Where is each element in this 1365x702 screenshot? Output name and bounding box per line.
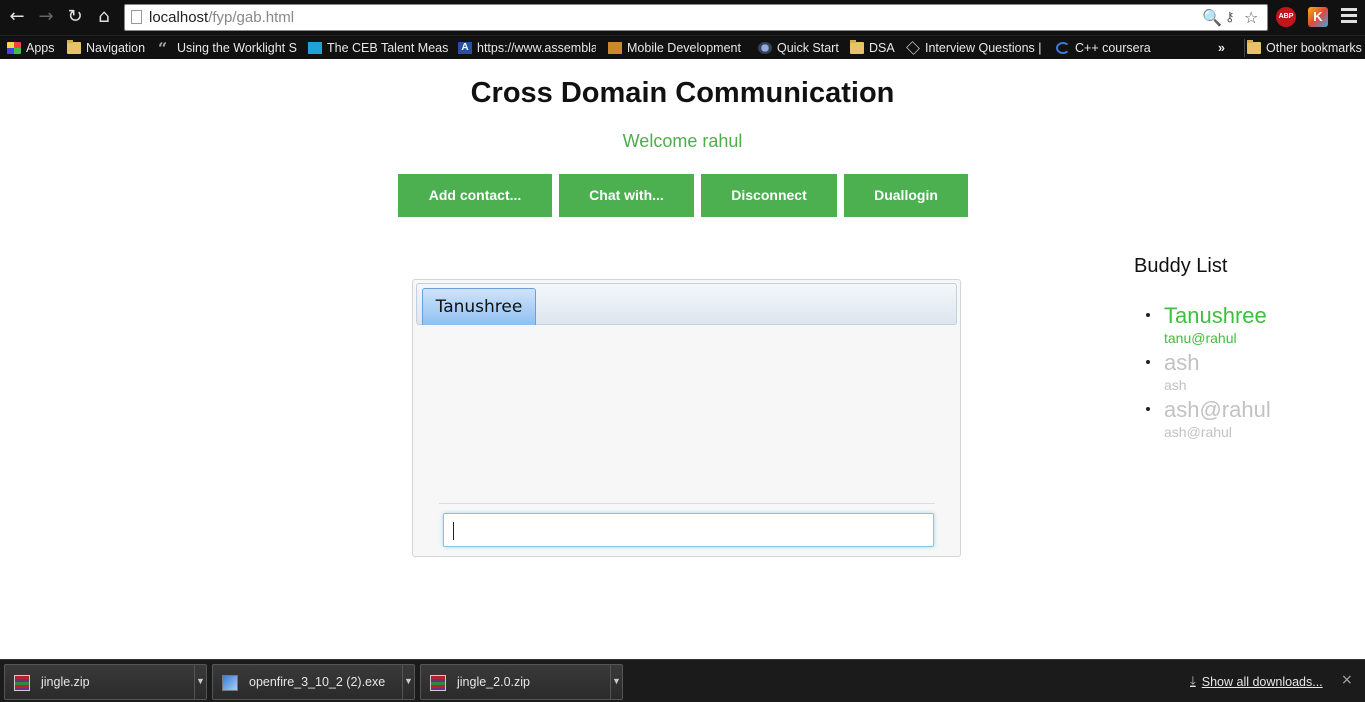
archive-icon (430, 675, 446, 691)
bookmark-label: Navigation (86, 41, 146, 55)
bookmark-ceb[interactable]: The CEB Talent Measu (308, 39, 448, 57)
download-shelf: jingle.zip ▼ openfire_3_10_2 (2).exe ▼ j… (0, 659, 1365, 702)
chat-tab-bar: Tanushree (416, 283, 957, 325)
abp-icon[interactable]: ABP (1276, 7, 1296, 27)
buddy-name[interactable]: Tanushree (1164, 303, 1267, 329)
chat-with-button[interactable]: Chat with... (559, 174, 694, 217)
quick-start-icon (758, 42, 772, 54)
bookmark-interview[interactable]: Interview Questions | (906, 39, 1042, 57)
download-item[interactable]: jingle_2.0.zip ▼ (420, 664, 623, 700)
bullet (1146, 360, 1150, 364)
buddy-jid: tanu@rahul (1164, 330, 1237, 346)
k-icon[interactable]: K (1308, 7, 1328, 27)
star-icon[interactable]: ☆ (1244, 8, 1258, 27)
bookmark-label: Apps (26, 41, 55, 55)
bookmark-label: https://www.assembla (477, 41, 596, 55)
page-icon (131, 10, 142, 24)
folder-icon (1247, 40, 1261, 54)
close-icon[interactable]: × (1341, 672, 1353, 688)
chevron-down-icon[interactable]: ▼ (402, 665, 414, 699)
bookmarks-overflow-button[interactable]: » (1218, 39, 1225, 57)
bookmark-cpp-coursera[interactable]: C++ coursera (1056, 39, 1151, 57)
bookmark-dsa[interactable]: DSA (850, 39, 895, 57)
buddy-name[interactable]: ash@rahul (1164, 397, 1271, 423)
welcome-message: Welcome rahul (622, 131, 743, 151)
arrow-right-icon[interactable]: → (36, 7, 56, 27)
installer-icon (222, 675, 238, 691)
chat-panel: Tanushree (412, 279, 961, 557)
hamburger-icon[interactable] (1341, 8, 1357, 26)
download-item[interactable]: openfire_3_10_2 (2).exe ▼ (212, 664, 415, 700)
bookmark-label: Interview Questions | (925, 41, 1042, 55)
bookmark-label: Quick Start (777, 41, 839, 55)
apps-icon (7, 42, 21, 54)
show-all-downloads-link[interactable]: ⤓ Show all downloads... (1190, 674, 1323, 689)
duallogin-button[interactable]: Duallogin (844, 174, 968, 217)
show-all-label: Show all downloads... (1201, 674, 1323, 689)
bookmark-worklight[interactable]: “ Using the Worklight S (158, 39, 298, 57)
bookmark-navigation[interactable]: Navigation (67, 39, 145, 57)
bookmark-label: Using the Worklight S (177, 41, 297, 55)
chat-tab-tanushree[interactable]: Tanushree (422, 288, 536, 325)
chat-message-input[interactable] (443, 513, 934, 547)
browser-toolbar: ← → ↻ ⌂ localhost/fyp/gab.html 🔍 ⚷ ☆ ABP… (0, 0, 1365, 35)
bookmark-mobile-development[interactable]: Mobile Development (608, 39, 748, 57)
bookmark-other[interactable]: Other bookmarks (1244, 39, 1362, 57)
bookmark-apps[interactable]: Apps (7, 39, 55, 57)
buddy-jid: ash@rahul (1164, 424, 1232, 440)
quote-icon: “ (158, 39, 168, 57)
bookmark-quick-start[interactable]: Quick Start (758, 39, 839, 57)
arrow-left-icon[interactable]: ← (7, 7, 27, 27)
assembla-icon: A (458, 42, 472, 54)
bookmark-label: C++ coursera (1075, 41, 1151, 55)
url-host: localhost (149, 9, 209, 26)
bookmarks-bar: Apps Navigation “ Using the Worklight S T… (0, 35, 1365, 59)
layers-icon (906, 41, 920, 55)
disconnect-button[interactable]: Disconnect (701, 174, 837, 217)
add-contact-button[interactable]: Add contact... (398, 174, 552, 217)
download-icon: ⤓ (1190, 674, 1196, 689)
bookmark-label: DSA (869, 41, 895, 55)
coursera-icon (1056, 42, 1070, 54)
bookmark-label: Other bookmarks (1266, 41, 1362, 55)
magnifier-icon[interactable]: 🔍 (1202, 8, 1222, 27)
buddy-list-title: Buddy List (1134, 255, 1228, 277)
home-icon[interactable]: ⌂ (94, 7, 114, 27)
address-url[interactable]: localhost/fyp/gab.html (149, 9, 294, 26)
bookmark-assembla[interactable]: Ahttps://www.assembla (458, 39, 596, 57)
bookmark-label: The CEB Talent Measu (327, 41, 448, 55)
text-cursor (453, 522, 454, 540)
folder-icon (850, 40, 864, 54)
buddy-jid: ash (1164, 377, 1187, 393)
chevron-down-icon[interactable]: ▼ (610, 665, 622, 699)
chevron-down-icon[interactable]: ▼ (194, 665, 206, 699)
address-bar[interactable]: localhost/fyp/gab.html 🔍 ⚷ ☆ (124, 4, 1268, 31)
archive-icon (14, 675, 30, 691)
buddy-name[interactable]: ash (1164, 350, 1199, 376)
mobile-icon (608, 42, 622, 54)
download-filename: jingle.zip (41, 675, 90, 689)
page-title: Cross Domain Communication (470, 77, 895, 109)
folder-icon (67, 40, 81, 54)
ceb-icon (308, 42, 322, 54)
download-item[interactable]: jingle.zip ▼ (4, 664, 207, 700)
bullet (1146, 407, 1150, 411)
url-path: /fyp/gab.html (208, 9, 295, 26)
key-icon[interactable]: ⚷ (1225, 10, 1235, 25)
download-filename: openfire_3_10_2 (2).exe (249, 675, 386, 689)
message-divider (439, 503, 935, 504)
reload-icon[interactable]: ↻ (65, 7, 85, 27)
download-filename: jingle_2.0.zip (457, 675, 530, 689)
bullet (1146, 313, 1150, 317)
bookmark-label: Mobile Development (627, 41, 741, 55)
